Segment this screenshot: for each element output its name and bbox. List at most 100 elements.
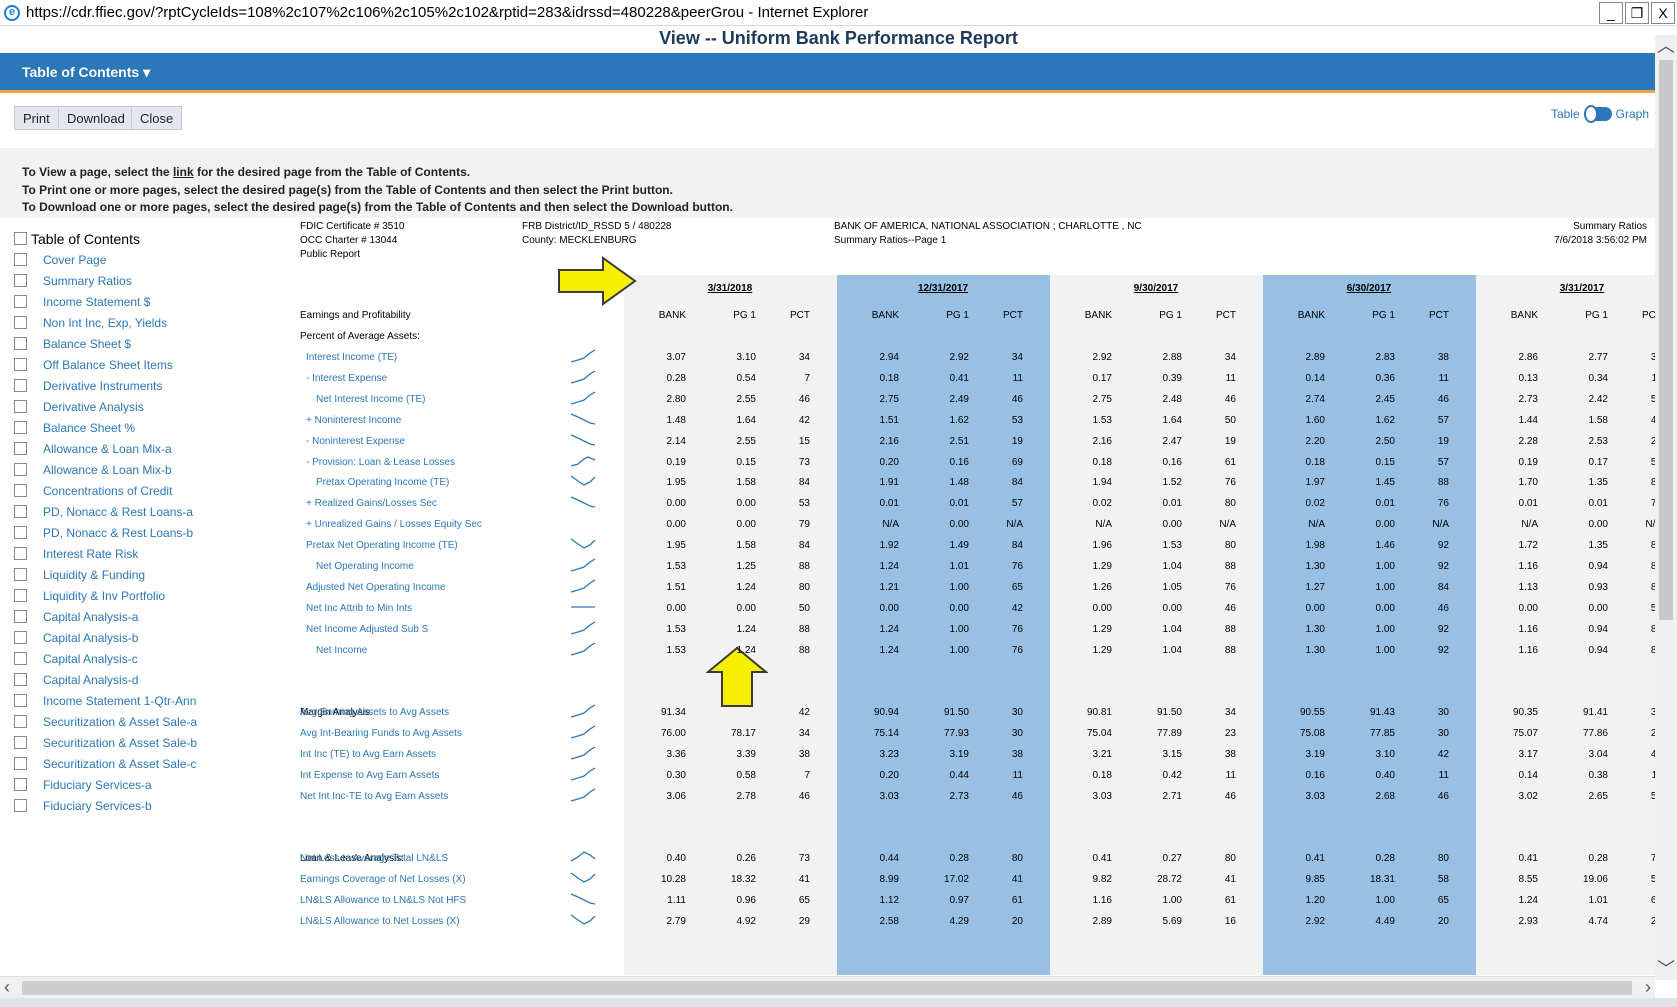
minimize-button[interactable]: _ <box>1599 2 1623 24</box>
toc-item[interactable]: Liquidity & Funding <box>14 564 294 585</box>
toc-item-link[interactable]: Interest Rate Risk <box>43 547 138 561</box>
row-label-link[interactable]: Earnings Coverage of Net Losses (X) <box>300 874 466 885</box>
toc-item-link[interactable]: Securitization & Asset Sale-a <box>43 715 197 729</box>
toc-item[interactable]: Capital Analysis-a <box>14 606 294 627</box>
toc-item-link[interactable]: Liquidity & Inv Portfolio <box>43 589 165 603</box>
toc-item[interactable]: Derivative Instruments <box>14 375 294 396</box>
toc-item[interactable]: Balance Sheet % <box>14 417 294 438</box>
toc-item-link[interactable]: Capital Analysis-b <box>43 631 138 645</box>
scroll-right-icon[interactable]: › <box>1645 978 1651 996</box>
toc-item-checkbox[interactable] <box>14 484 27 497</box>
row-label-link[interactable]: LN&LS Allowance to Net Losses (X) <box>300 916 460 927</box>
toc-item[interactable]: Concentrations of Credit <box>14 480 294 501</box>
toc-item-link[interactable]: Fiduciary Services-b <box>43 799 152 813</box>
trend-sparkline-icon[interactable] <box>570 578 596 594</box>
toc-item-link[interactable]: PD, Nonacc & Rest Loans-b <box>43 526 193 540</box>
toc-item[interactable]: Securitization & Asset Sale-c <box>14 753 294 774</box>
toc-item-checkbox[interactable] <box>14 757 27 770</box>
toc-item-link[interactable]: Securitization & Asset Sale-c <box>43 757 196 771</box>
toc-item[interactable]: Securitization & Asset Sale-b <box>14 732 294 753</box>
table-graph-toggle[interactable]: Table Graph <box>1551 105 1649 123</box>
toc-item-checkbox[interactable] <box>14 400 27 413</box>
row-label-link[interactable]: Avg Earning Assets to Avg Assets <box>300 707 449 718</box>
horizontal-scrollbar[interactable]: ‹ › <box>0 976 1655 998</box>
row-label-link[interactable]: + Unrealized Gains / Losses Equity Sec <box>306 519 482 530</box>
trend-sparkline-icon[interactable] <box>570 641 596 657</box>
toc-item-link[interactable]: Fiduciary Services-a <box>43 778 152 792</box>
toc-item-link[interactable]: Cover Page <box>43 253 106 267</box>
toc-item-checkbox[interactable] <box>14 715 27 728</box>
toc-item-checkbox[interactable] <box>14 442 27 455</box>
toc-item-link[interactable]: Concentrations of Credit <box>43 484 172 498</box>
toc-item-checkbox[interactable] <box>14 274 27 287</box>
toc-item[interactable]: Fiduciary Services-a <box>14 774 294 795</box>
row-label-link[interactable]: Pretax Net Operating Income (TE) <box>306 540 458 551</box>
trend-sparkline-icon[interactable] <box>570 724 596 740</box>
toc-item-checkbox[interactable] <box>14 295 27 308</box>
period-header[interactable]: 3/31/2017 <box>1532 283 1632 294</box>
period-header[interactable]: 6/30/2017 <box>1319 283 1419 294</box>
toc-item-checkbox[interactable] <box>14 589 27 602</box>
toc-item-link[interactable]: Capital Analysis-d <box>43 673 138 687</box>
row-label-link[interactable]: Net Interest Income (TE) <box>316 394 425 405</box>
toc-item[interactable]: PD, Nonacc & Rest Loans-b <box>14 522 294 543</box>
toc-item-checkbox[interactable] <box>14 694 27 707</box>
toc-item[interactable]: Allowance & Loan Mix-b <box>14 459 294 480</box>
toc-item[interactable]: Interest Rate Risk <box>14 543 294 564</box>
toc-item-link[interactable]: Derivative Analysis <box>43 400 144 414</box>
close-button[interactable]: Close <box>131 106 183 130</box>
row-label-link[interactable]: Net Inc Attrib to Min Ints <box>306 603 412 614</box>
trend-sparkline-icon[interactable] <box>570 494 596 510</box>
toc-item[interactable]: Income Statement 1-Qtr-Ann <box>14 690 294 711</box>
toc-item[interactable]: Liquidity & Inv Portfolio <box>14 585 294 606</box>
trend-sparkline-icon[interactable] <box>570 432 596 448</box>
toc-item[interactable]: Securitization & Asset Sale-a <box>14 711 294 732</box>
horizontal-scroll-thumb[interactable] <box>22 981 1632 995</box>
trend-sparkline-icon[interactable] <box>570 620 596 636</box>
trend-sparkline-icon[interactable] <box>570 599 596 615</box>
toc-item-link[interactable]: Securitization & Asset Sale-b <box>43 736 197 750</box>
toc-item-link[interactable]: PD, Nonacc & Rest Loans-a <box>43 505 193 519</box>
toc-item-checkbox[interactable] <box>14 631 27 644</box>
print-button[interactable]: Print <box>14 106 59 130</box>
period-header[interactable]: 12/31/2017 <box>893 283 993 294</box>
toc-item-checkbox[interactable] <box>14 379 27 392</box>
trend-sparkline-icon[interactable] <box>570 348 596 364</box>
row-label-link[interactable]: Int Inc (TE) to Avg Earn Assets <box>300 749 436 760</box>
toc-item[interactable]: Capital Analysis-b <box>14 627 294 648</box>
row-label-link[interactable]: LN&LS Allowance to LN&LS Not HFS <box>300 895 466 906</box>
row-label-link[interactable]: Adjusted Net Operating Income <box>306 582 446 593</box>
trend-sparkline-icon[interactable] <box>570 369 596 385</box>
download-button[interactable]: Download <box>58 106 134 130</box>
vertical-scroll-thumb[interactable] <box>1659 60 1673 620</box>
toc-item-checkbox[interactable] <box>14 652 27 665</box>
toc-item-link[interactable]: Balance Sheet % <box>43 421 135 435</box>
trend-sparkline-icon[interactable] <box>570 745 596 761</box>
toc-item[interactable]: Allowance & Loan Mix-a <box>14 438 294 459</box>
row-label-link[interactable]: - Provision: Loan & Lease Losses <box>306 457 455 468</box>
row-label-link[interactable]: Net Income Adjusted Sub S <box>306 624 428 635</box>
toc-item-link[interactable]: Derivative Instruments <box>43 379 162 393</box>
trend-sparkline-icon[interactable] <box>570 870 596 886</box>
row-label-link[interactable]: Net Operating Income <box>316 561 414 572</box>
trend-sparkline-icon[interactable] <box>570 787 596 803</box>
period-header[interactable]: 9/30/2017 <box>1106 283 1206 294</box>
toc-item-checkbox[interactable] <box>14 337 27 350</box>
toc-item-checkbox[interactable] <box>14 673 27 686</box>
toggle-switch[interactable] <box>1583 105 1612 123</box>
toggle-table-label[interactable]: Table <box>1551 107 1580 121</box>
restore-button[interactable]: ❐ <box>1625 2 1649 24</box>
toc-item-checkbox[interactable] <box>14 547 27 560</box>
toc-item-link[interactable]: Summary Ratios <box>43 274 132 288</box>
row-label-link[interactable]: - Noninterest Expense <box>306 436 405 447</box>
scroll-left-icon[interactable]: ‹ <box>4 978 10 996</box>
row-label-link[interactable]: Net Int Inc-TE to Avg Earn Assets <box>300 791 448 802</box>
toc-item[interactable]: Derivative Analysis <box>14 396 294 417</box>
toc-item-checkbox[interactable] <box>14 799 27 812</box>
row-label-link[interactable]: Pretax Operating Income (TE) <box>316 477 449 488</box>
toc-item-checkbox[interactable] <box>14 358 27 371</box>
toc-item-checkbox[interactable] <box>14 568 27 581</box>
vertical-scrollbar[interactable]: ︿ ﹀ <box>1655 35 1677 980</box>
trend-sparkline-icon[interactable] <box>570 912 596 928</box>
toc-item-checkbox[interactable] <box>14 610 27 623</box>
